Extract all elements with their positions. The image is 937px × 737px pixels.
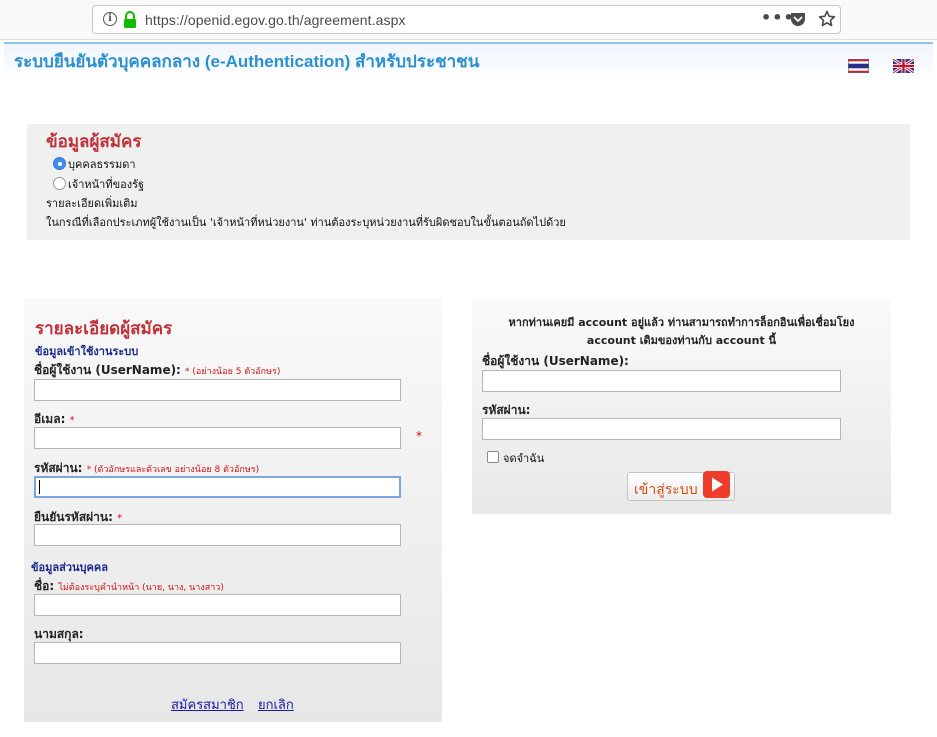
registration-section-title: รายละเอียดผู้สมัคร bbox=[35, 319, 173, 338]
bookmark-star-icon[interactable] bbox=[818, 10, 836, 28]
register-link[interactable]: สมัครสมาชิก bbox=[171, 694, 244, 715]
username-field-label: ชื่อผู้ใช้งาน (UserName): * (อย่างน้อย 5… bbox=[34, 361, 280, 380]
password-hint: * (ตัวอักษรและตัวเลข อย่างน้อย 8 ตัวอักษ… bbox=[86, 465, 260, 475]
login-message-line1: หากท่านเคยมี account อยู่แล้ว ท่านสามารถ… bbox=[508, 316, 855, 329]
site-title: ระบบยืนยันตัวบุคคลกลาง (e-Authentication… bbox=[14, 52, 480, 71]
personal-info-heading: ข้อมูลส่วนบุคคล bbox=[31, 561, 108, 574]
email-input[interactable] bbox=[34, 427, 401, 449]
applicant-section-title: ข้อมูลผู้สมัคร bbox=[46, 132, 142, 151]
address-bar[interactable]: i https://openid.egov.go.th/agreement.as… bbox=[92, 5, 841, 34]
login-username-input[interactable] bbox=[482, 370, 841, 392]
confirm-password-input[interactable] bbox=[34, 524, 401, 546]
radio-individual[interactable] bbox=[53, 157, 66, 170]
text-caret bbox=[39, 480, 40, 494]
details-label: รายละเอียดเพิ่มเติม bbox=[46, 197, 138, 210]
password-label-text: รหัสผ่าน: bbox=[34, 461, 83, 475]
lastname-input[interactable] bbox=[34, 642, 401, 664]
confirm-password-label-text: ยืนยันรหัสผ่าน: bbox=[34, 510, 113, 524]
radio-government-officer-label[interactable]: เจ้าหน้าที่ของรัฐ bbox=[68, 175, 144, 193]
username-input[interactable] bbox=[34, 379, 401, 401]
thai-flag-icon[interactable] bbox=[848, 59, 869, 73]
radio-individual-label[interactable]: บุคคลธรรมดา bbox=[68, 155, 136, 173]
email-label-text: อีเมล: bbox=[34, 412, 66, 426]
login-button-label: เข้าสู่ระบบ bbox=[634, 481, 698, 497]
account-info-heading: ข้อมูลเข้าใช้งานระบบ bbox=[35, 345, 139, 358]
cancel-link[interactable]: ยกเลิก bbox=[258, 694, 294, 715]
login-username-label: ชื่อผู้ใช้งาน (UserName): bbox=[482, 354, 629, 368]
username-label-text: ชื่อผู้ใช้งาน (UserName): bbox=[34, 363, 181, 377]
pocket-icon[interactable] bbox=[790, 12, 806, 27]
arrow-right-icon bbox=[703, 471, 730, 498]
login-password-input[interactable] bbox=[482, 418, 841, 440]
remember-me-label[interactable]: จดจำฉัน bbox=[503, 449, 544, 467]
url-text[interactable]: https://openid.egov.go.th/agreement.aspx bbox=[145, 12, 406, 28]
login-button[interactable]: เข้าสู่ระบบ bbox=[627, 471, 735, 501]
email-outer-required-mark: * bbox=[416, 429, 422, 443]
confirm-password-required-mark: * bbox=[117, 513, 123, 524]
firstname-input[interactable] bbox=[34, 594, 401, 616]
firstname-hint: ไม่ต้องระบุคำนำหน้า (นาย, นาง, นางสาว) bbox=[58, 583, 224, 593]
firstname-label-text: ชื่อ: bbox=[34, 579, 55, 593]
info-icon[interactable]: i bbox=[103, 12, 117, 26]
browser-toolbar: i https://openid.egov.go.th/agreement.as… bbox=[0, 0, 937, 40]
username-hint: * (อย่างน้อย 5 ตัวอักษร) bbox=[185, 367, 281, 377]
email-required-mark: * bbox=[69, 415, 75, 426]
applicant-note: ในกรณีที่เลือกประเภทผู้ใช้งานเป็น 'เจ้าห… bbox=[46, 216, 566, 229]
remember-me-checkbox[interactable] bbox=[487, 451, 499, 463]
radio-government-officer[interactable] bbox=[53, 177, 66, 190]
uk-flag-icon[interactable] bbox=[893, 59, 914, 73]
lock-icon bbox=[124, 11, 136, 28]
login-message-line2: account เดิมของท่านกับ account นี้ bbox=[586, 334, 777, 347]
password-input[interactable] bbox=[34, 476, 401, 498]
